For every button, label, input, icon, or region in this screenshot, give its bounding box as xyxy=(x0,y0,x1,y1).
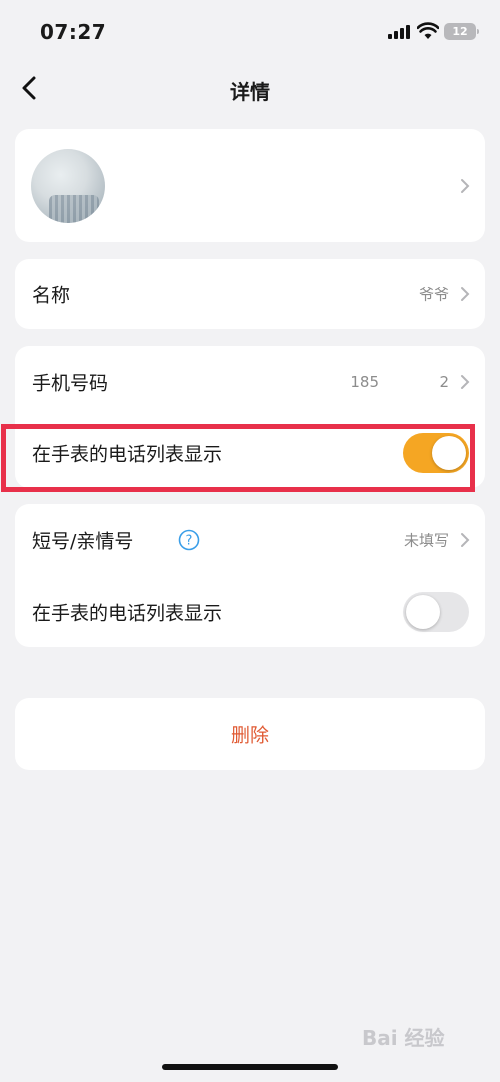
phone-value-end: 2 xyxy=(439,373,449,391)
profile-card[interactable] xyxy=(15,129,485,242)
delete-label: 删除 xyxy=(230,724,269,747)
phone-show-on-watch-row: 在手表的电话列表显示 xyxy=(15,418,485,488)
help-icon[interactable]: ? xyxy=(178,529,200,551)
name-card: 名称 爷爷 xyxy=(15,259,485,329)
phone-value: 185 xyxy=(350,373,379,391)
phone-label: 手机号码 xyxy=(32,372,109,395)
page-title: 详情 xyxy=(230,80,270,104)
home-indicator xyxy=(162,1064,338,1070)
short-show-on-watch-label: 在手表的电话列表显示 xyxy=(32,602,223,624)
toggle-knob xyxy=(432,436,466,470)
cellular-signal-icon xyxy=(388,25,410,39)
battery-icon: 12 xyxy=(444,23,479,40)
name-label: 名称 xyxy=(32,284,71,307)
name-value: 爷爷 xyxy=(418,285,449,304)
short-show-on-watch-row: 在手表的电话列表显示 xyxy=(15,576,485,647)
short-number-label: 短号/亲情号 xyxy=(32,530,134,553)
phone-show-on-watch-toggle[interactable] xyxy=(403,433,469,473)
watermark: Bai 经验 xyxy=(362,1026,445,1050)
svg-text:?: ? xyxy=(186,534,193,549)
short-number-row[interactable]: 短号/亲情号 ? 未填写 xyxy=(15,504,485,576)
status-bar: 07:27 12 xyxy=(0,0,500,64)
chevron-right-icon xyxy=(461,178,470,193)
short-number-value: 未填写 xyxy=(403,531,449,550)
delete-button[interactable]: 删除 xyxy=(15,698,485,770)
status-time: 07:27 xyxy=(40,20,107,44)
phone-show-on-watch-label: 在手表的电话列表显示 xyxy=(32,443,223,466)
phone-card: 手机号码 185 2 在手表的电话列表显示 xyxy=(15,346,485,488)
wifi-icon xyxy=(417,22,439,39)
short-number-card: 短号/亲情号 ? 未填写 在手表的电话列表显示 xyxy=(15,504,485,647)
avatar xyxy=(31,149,105,223)
navigation-bar: 详情 xyxy=(0,64,500,114)
chevron-right-icon xyxy=(461,287,470,301)
toggle-knob xyxy=(406,594,440,629)
short-show-on-watch-toggle[interactable] xyxy=(403,591,469,632)
chevron-right-icon xyxy=(461,375,470,389)
name-row[interactable]: 名称 爷爷 xyxy=(15,259,485,329)
chevron-right-icon xyxy=(461,533,470,547)
phone-row[interactable]: 手机号码 185 2 xyxy=(15,346,485,418)
